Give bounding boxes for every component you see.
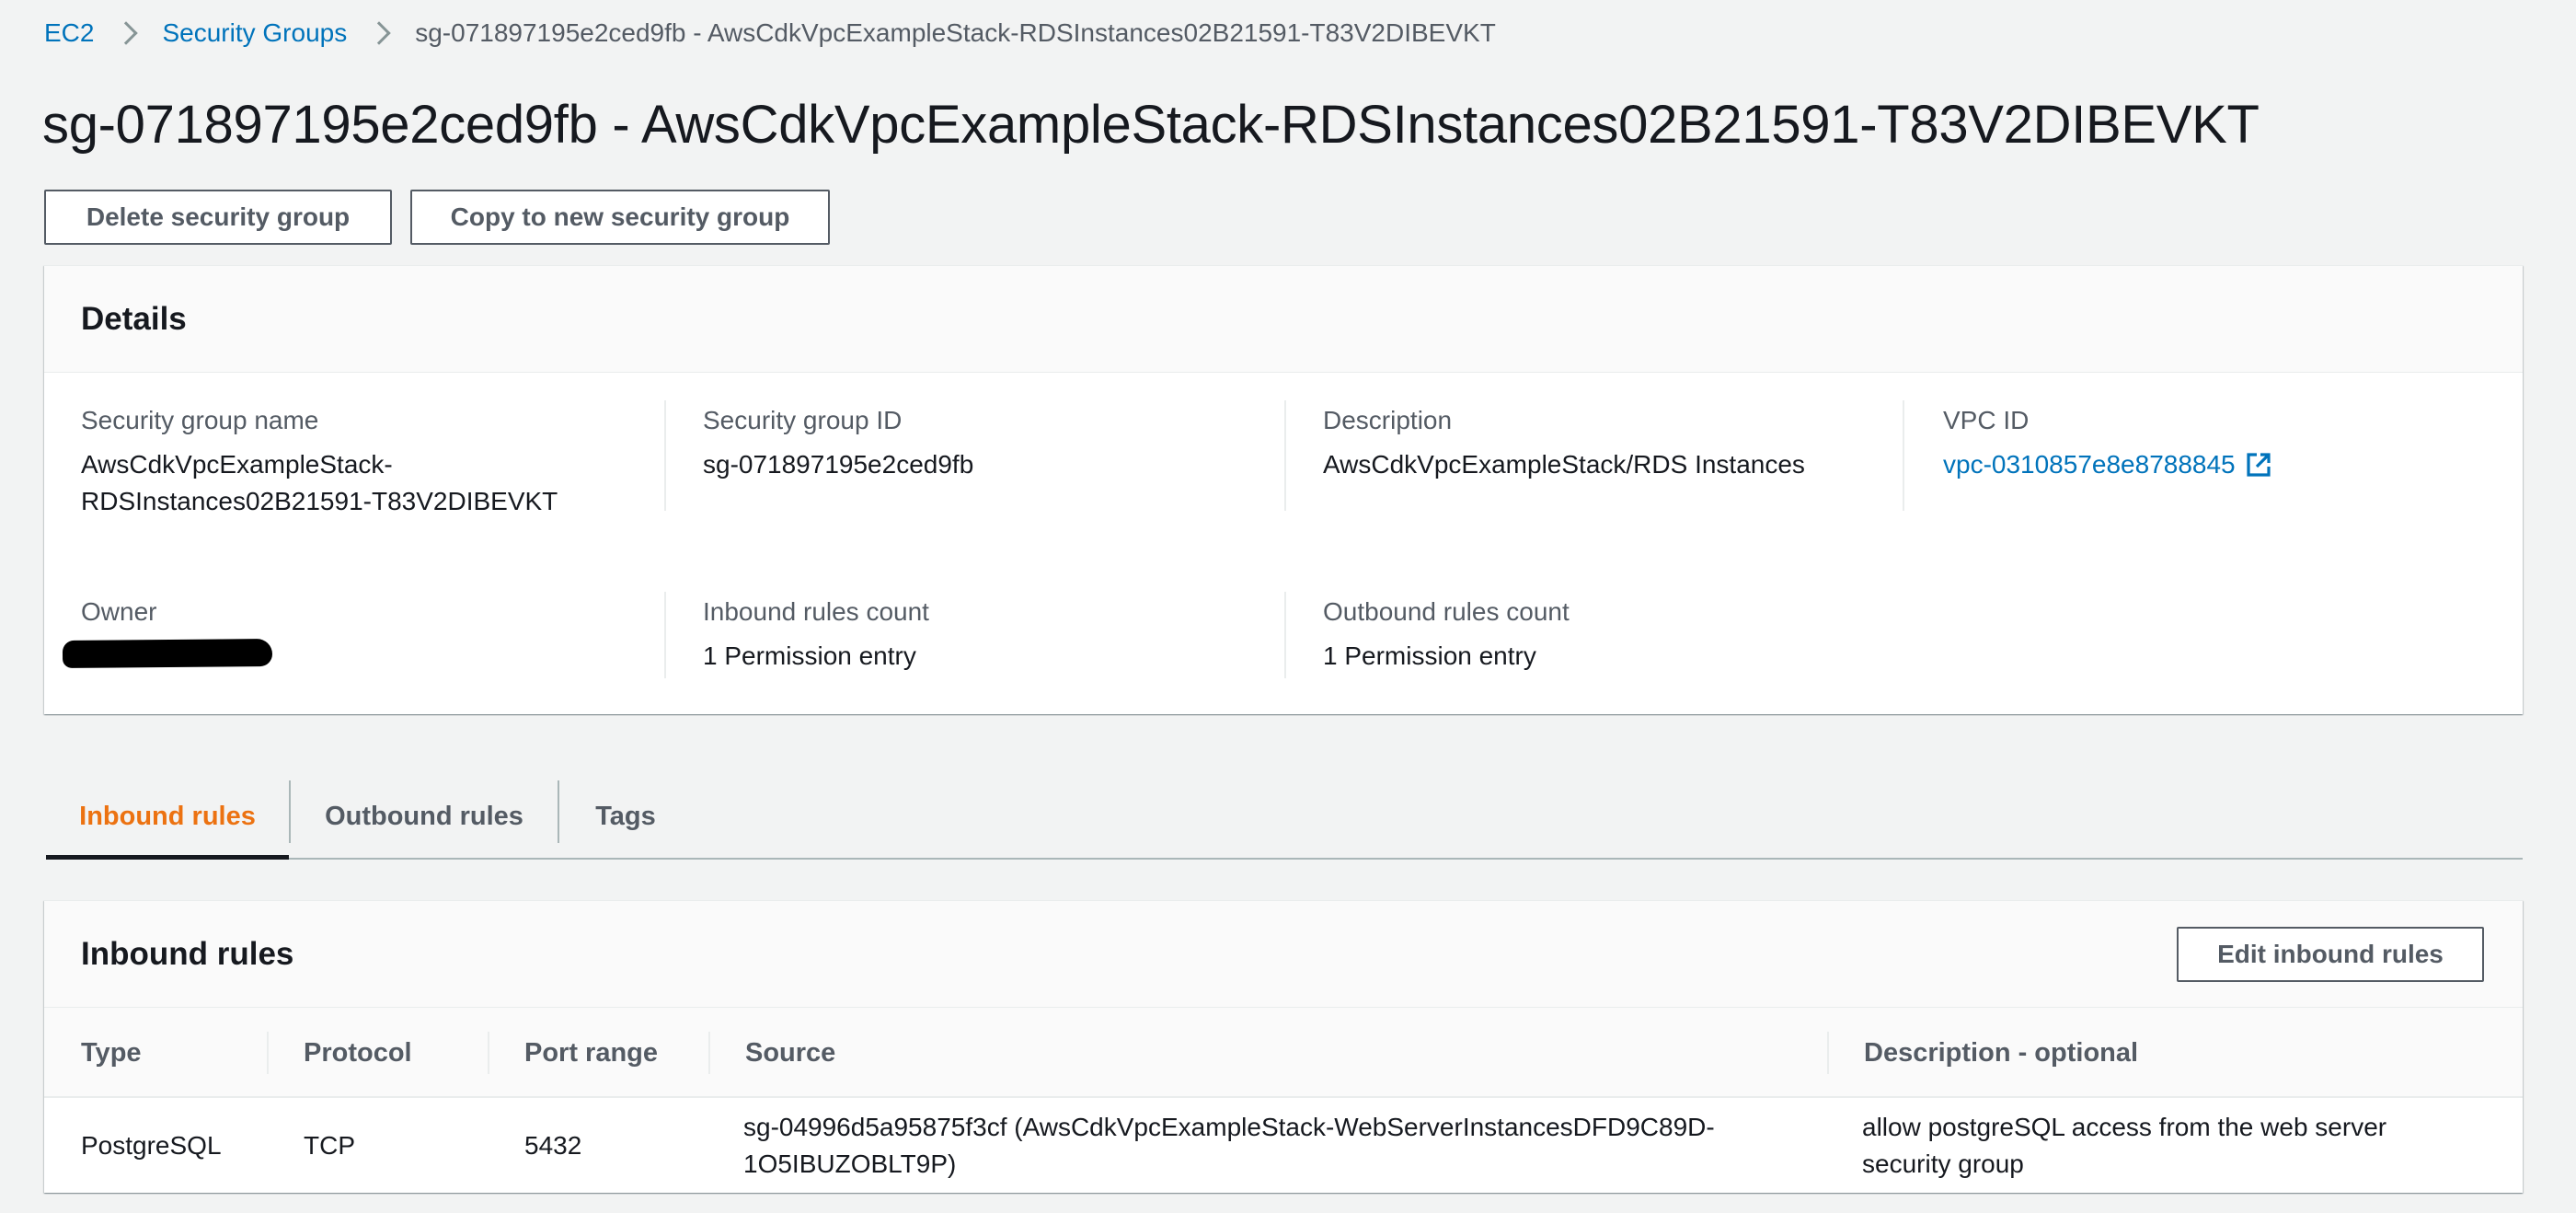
rule-description-line2: security group [1862, 1149, 2024, 1178]
rule-protocol: TCP [304, 1131, 355, 1160]
security-group-name-value: AwsCdkVpcExampleStack- RDSInstances02B21… [81, 446, 701, 520]
column-header-source[interactable]: Source [745, 1008, 835, 1098]
outbound-rules-count-field: Outbound rules count 1 Permission entry [1284, 592, 1904, 678]
column-header-type[interactable]: Type [81, 1008, 142, 1098]
security-group-id-label: Security group ID [703, 406, 903, 434]
description-value: AwsCdkVpcExampleStack/RDS Instances [1323, 450, 1805, 479]
chevron-right-icon [367, 21, 391, 45]
tab-inbound-rules[interactable]: Inbound rules [46, 775, 289, 860]
column-header-protocol[interactable]: Protocol [304, 1008, 412, 1098]
tab-tags[interactable]: Tags [559, 775, 692, 858]
vpc-id-field: VPC ID vpc-0310857e8e8788845 [1903, 400, 2523, 511]
table-row: PostgreSQL TCP 5432 sg-04996d5a95875f3cf… [44, 1098, 2523, 1194]
rule-source-line2: 1O5IBUZOBLT9P) [743, 1149, 957, 1178]
rule-port-range: 5432 [524, 1131, 582, 1160]
vpc-id-link[interactable]: vpc-0310857e8e8788845 [1943, 446, 2272, 483]
column-divider [267, 1032, 269, 1074]
security-group-name-line1: AwsCdkVpcExampleStack- [81, 450, 393, 479]
page-title: sg-071897195e2ced9fb - AwsCdkVpcExampleS… [42, 95, 2260, 155]
chevron-right-icon [114, 21, 139, 45]
table-header: Type Protocol Port range Source Descript… [44, 1008, 2523, 1098]
description-label: Description [1323, 406, 1453, 434]
vpc-id-label: VPC ID [1943, 406, 2030, 434]
description-field: Description AwsCdkVpcExampleStack/RDS In… [1284, 400, 1904, 511]
security-group-name-field: Security group name AwsCdkVpcExampleStac… [81, 404, 701, 520]
copy-to-new-security-group-button[interactable]: Copy to new security group [410, 190, 830, 245]
outbound-rules-count-label: Outbound rules count [1323, 597, 1570, 626]
security-group-id-field: Security group ID sg-071897195e2ced9fb [664, 400, 1284, 511]
outbound-rules-count-value: 1 Permission entry [1323, 641, 1536, 670]
delete-security-group-button[interactable]: Delete security group [44, 190, 392, 245]
inbound-rules-count-field: Inbound rules count 1 Permission entry [664, 592, 1284, 678]
owner-value-redacted [62, 639, 273, 668]
breadcrumb-current: sg-071897195e2ced9fb - AwsCdkVpcExampleS… [415, 18, 1496, 47]
security-group-name-label: Security group name [81, 406, 319, 434]
column-divider [708, 1032, 710, 1074]
inbound-rules-count-value: 1 Permission entry [703, 641, 916, 670]
vpc-id-value: vpc-0310857e8e8788845 [1943, 450, 2236, 479]
security-group-id-value: sg-071897195e2ced9fb [703, 450, 974, 479]
details-header: Details [44, 266, 2523, 373]
security-group-name-line2: RDSInstances02B21591-T83V2DIBEVKT [81, 487, 558, 515]
details-title: Details [81, 301, 187, 337]
column-header-description[interactable]: Description - optional [1864, 1008, 2138, 1098]
inbound-rules-title: Inbound rules [81, 936, 294, 972]
details-panel: Details Security group name AwsCdkVpcExa… [44, 265, 2523, 714]
owner-field: Owner [62, 595, 701, 672]
rule-type: PostgreSQL [81, 1131, 222, 1160]
rule-description: allow postgreSQL access from the web ser… [1862, 1098, 2386, 1194]
breadcrumb: EC2 Security Groups sg-071897195e2ced9fb… [44, 17, 1496, 50]
tab-bar: Inbound rules Outbound rules Tags [46, 775, 2523, 860]
edit-inbound-rules-button[interactable]: Edit inbound rules [2177, 927, 2484, 982]
rule-source-line1: sg-04996d5a95875f3cf (AwsCdkVpcExampleSt… [743, 1113, 1715, 1141]
rule-source: sg-04996d5a95875f3cf (AwsCdkVpcExampleSt… [743, 1098, 1715, 1194]
breadcrumb-security-groups-link[interactable]: Security Groups [162, 17, 347, 50]
column-divider [488, 1032, 489, 1074]
owner-label: Owner [81, 597, 157, 626]
inbound-rules-header: Inbound rules Edit inbound rules [44, 901, 2523, 1008]
inbound-rules-count-label: Inbound rules count [703, 597, 929, 626]
breadcrumb-ec2-link[interactable]: EC2 [44, 17, 94, 50]
inbound-rules-panel: Inbound rules Edit inbound rules Type Pr… [44, 900, 2523, 1193]
external-link-icon [2247, 453, 2271, 477]
column-header-port-range[interactable]: Port range [524, 1008, 658, 1098]
tab-outbound-rules[interactable]: Outbound rules [291, 775, 558, 858]
rule-description-line1: allow postgreSQL access from the web ser… [1862, 1113, 2387, 1141]
column-divider [1827, 1032, 1829, 1074]
